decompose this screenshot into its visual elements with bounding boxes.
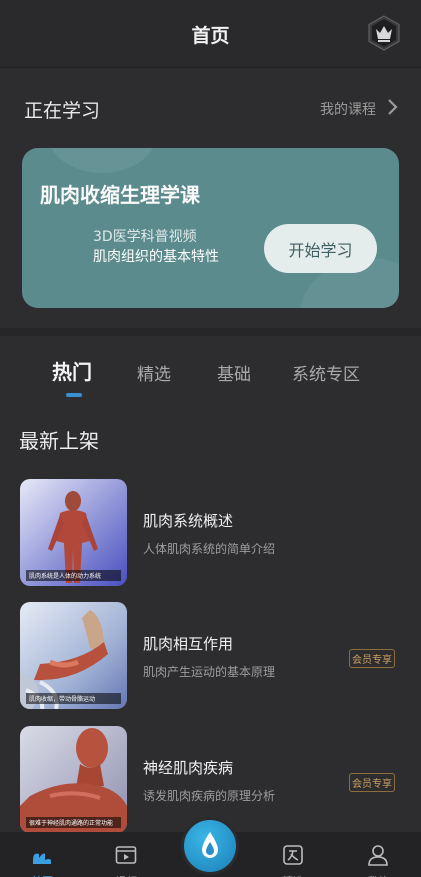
nav-featured[interactable]: 精选 <box>263 832 323 877</box>
card-decoration <box>47 148 157 173</box>
course-name: 肌肉相互作用 <box>143 635 234 653</box>
nav-home[interactable]: 首页 <box>12 832 72 877</box>
list-item[interactable]: 肌肉收缩，带动骨骼运动 肌肉相互作用 肌肉产生运动的基本原理 会员专享 <box>0 602 421 710</box>
drop-icon <box>202 832 218 858</box>
course-subtitle: 3D医学科普视频 <box>93 229 197 245</box>
tab-active-indicator <box>66 393 82 397</box>
nav-label: 我的 <box>348 873 408 877</box>
course-title: 肌肉收缩生理学课 <box>40 183 200 207</box>
home-icon <box>33 853 51 864</box>
section-title-new: 最新上架 <box>19 429 99 453</box>
tab-hot[interactable]: 热门 <box>52 356 92 385</box>
article-icon <box>283 845 303 865</box>
member-only-badge: 会员专享 <box>349 649 395 668</box>
course-name: 神经肌肉疾病 <box>143 759 234 777</box>
nav-label: 精选 <box>263 873 323 877</box>
my-courses-link[interactable]: 我的课程 <box>320 99 376 119</box>
course-desc: 诱发肌肉疾病的原理分析 <box>143 789 276 803</box>
list-item[interactable]: 肌肉系统是人体的动力系统 肌肉系统概述 人体肌肉系统的简单介绍 <box>0 479 421 587</box>
tab-featured[interactable]: 精选 <box>137 360 171 385</box>
center-action-button[interactable] <box>181 817 239 875</box>
current-course-card[interactable]: 肌肉收缩生理学课 3D医学科普视频 肌肉组织的基本特性 开始学习 <box>22 148 399 308</box>
nav-label: 视频 <box>96 873 156 877</box>
thumbnail-caption: 肌肉收缩，带动骨骼运动 <box>26 693 121 704</box>
section-title-learning: 正在学习 <box>24 100 101 122</box>
crown-icon[interactable] <box>366 15 402 51</box>
course-thumbnail: 肌肉收缩，带动骨骼运动 <box>20 602 127 709</box>
tab-system-zone[interactable]: 系统专区 <box>292 360 360 385</box>
member-only-badge: 会员专享 <box>349 773 395 792</box>
profile-icon <box>368 845 388 866</box>
video-icon <box>115 846 137 864</box>
thumbnail-caption: 很难于神经肌肉通路的正常功能 <box>26 817 121 828</box>
course-thumbnail: 肌肉系统是人体的动力系统 <box>20 479 127 586</box>
chevron-right-icon[interactable] <box>387 98 398 116</box>
course-desc: 肌肉产生运动的基本原理 <box>143 665 276 679</box>
course-description: 肌肉组织的基本特性 <box>93 249 219 265</box>
nav-profile[interactable]: 我的 <box>348 832 408 877</box>
page-title: 首页 <box>191 25 230 47</box>
course-thumbnail: 很难于神经肌肉通路的正常功能 <box>20 726 127 833</box>
top-bar: 首页 <box>0 0 421 68</box>
category-tabs: 热门 精选 基础 系统专区 <box>0 336 421 406</box>
thumbnail-caption: 肌肉系统是人体的动力系统 <box>26 570 121 581</box>
course-desc: 人体肌肉系统的简单介绍 <box>143 542 276 556</box>
start-learning-button[interactable]: 开始学习 <box>264 224 377 273</box>
course-name: 肌肉系统概述 <box>143 512 234 530</box>
section-divider <box>0 328 421 336</box>
tab-basics[interactable]: 基础 <box>217 360 251 385</box>
nav-label: 首页 <box>12 873 72 877</box>
nav-video[interactable]: 视频 <box>96 832 156 877</box>
